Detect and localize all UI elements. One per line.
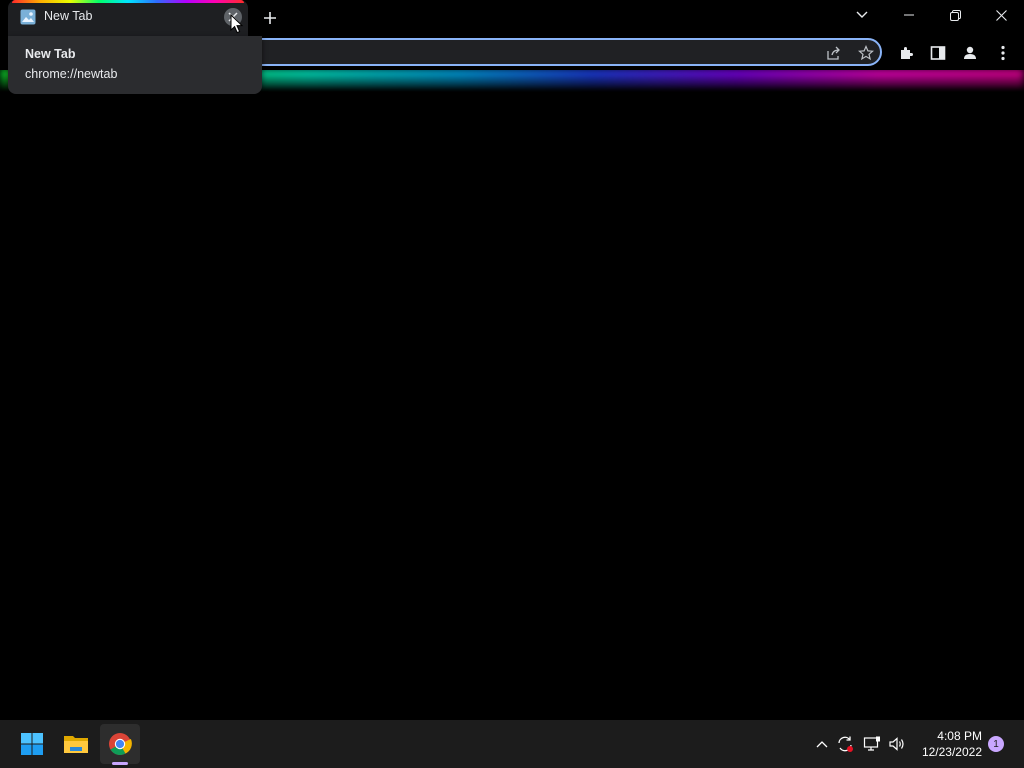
window-controls xyxy=(886,0,1024,32)
tab-rainbow-accent xyxy=(12,0,244,3)
system-clock[interactable]: 4:08 PM 12/23/2022 xyxy=(922,728,982,760)
taskbar: 4:08 PM 12/23/2022 xyxy=(0,720,1024,768)
volume-icon[interactable] xyxy=(887,734,907,754)
network-icon[interactable] xyxy=(862,734,882,754)
side-panel-icon[interactable] xyxy=(927,42,949,64)
file-explorer-icon[interactable] xyxy=(56,724,96,764)
notification-badge[interactable]: 1 xyxy=(988,736,1004,752)
close-window-icon[interactable] xyxy=(978,0,1024,30)
hover-card-url: chrome://newtab xyxy=(25,67,118,81)
extensions-icon[interactable] xyxy=(895,42,917,64)
tab-search-icon[interactable] xyxy=(846,2,878,28)
sync-icon[interactable] xyxy=(835,734,855,754)
new-tab-button[interactable] xyxy=(258,6,282,30)
star-icon[interactable] xyxy=(857,44,875,62)
tab-strip: New Tab xyxy=(0,0,1024,36)
minimize-icon[interactable] xyxy=(886,0,932,30)
favicon-icon xyxy=(20,9,36,25)
restore-icon[interactable] xyxy=(932,0,978,30)
tab-title: New Tab xyxy=(44,9,93,23)
windows-start-icon[interactable] xyxy=(12,724,52,764)
clock-date: 12/23/2022 xyxy=(921,745,982,759)
active-app-indicator xyxy=(112,762,128,765)
chevron-up-icon[interactable] xyxy=(812,734,832,754)
menu-icon[interactable] xyxy=(992,42,1014,64)
tab-new-tab[interactable]: New Tab xyxy=(8,0,248,36)
profile-icon[interactable] xyxy=(959,42,981,64)
share-icon[interactable] xyxy=(825,44,843,62)
hover-card-title: New Tab xyxy=(25,47,76,61)
chrome-icon[interactable] xyxy=(100,724,140,764)
tab-hover-card: New Tab chrome://newtab xyxy=(8,36,262,94)
mouse-cursor-icon xyxy=(230,13,244,34)
clock-time: 4:08 PM xyxy=(937,729,982,743)
